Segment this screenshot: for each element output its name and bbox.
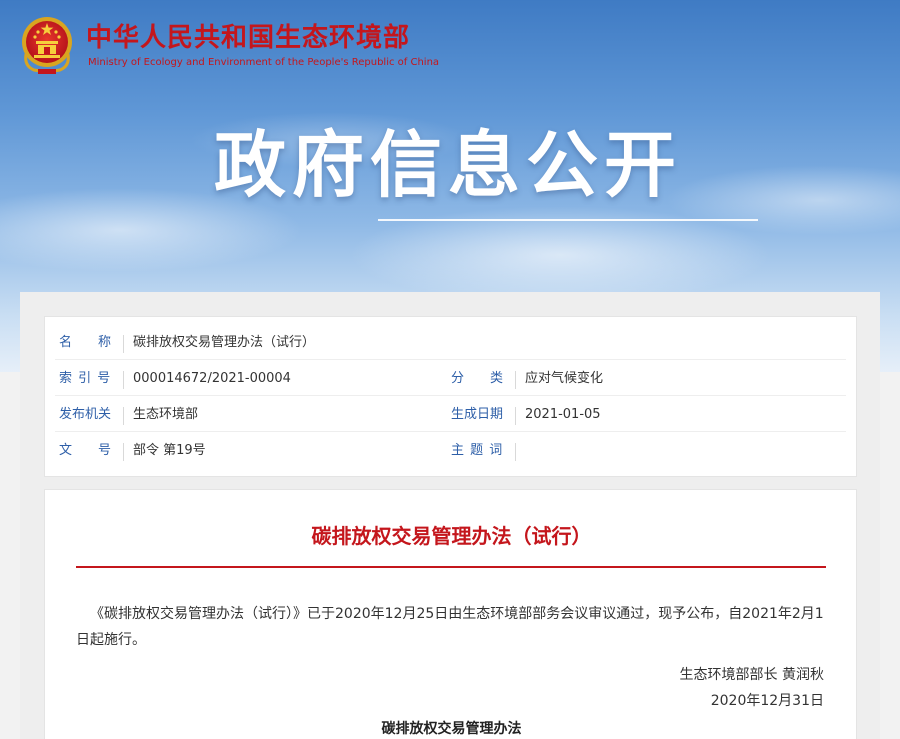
site-subtitle-en: Ministry of Ecology and Environment of t… — [88, 57, 440, 68]
meta-separator — [123, 371, 124, 389]
document-content: 碳排放权交易管理办法（试行） 《碳排放权交易管理办法（试行）》已于2020年12… — [44, 489, 857, 739]
document-title: 碳排放权交易管理办法（试行） — [311, 524, 592, 548]
meta-label-category: 分 类 — [451, 371, 504, 386]
meta-row-issuer: 发布机关 生态环境部 生成日期 2021-01-05 — [45, 398, 856, 432]
row-divider — [55, 359, 846, 360]
meta-row-docno: 文 号 部令 第19号 主 题 词 — [45, 434, 856, 468]
title-divider — [76, 566, 826, 568]
meta-label-keywords: 主 题 词 — [451, 443, 504, 458]
row-divider — [55, 431, 846, 432]
meta-separator — [123, 407, 124, 425]
row-divider — [55, 395, 846, 396]
meta-value-date: 2021-01-05 — [525, 407, 601, 422]
meta-separator — [123, 443, 124, 461]
meta-value-name: 碳排放权交易管理办法（试行） — [133, 335, 316, 350]
meta-value-category: 应对气候变化 — [525, 371, 604, 386]
meta-value-docno: 部令 第19号 — [133, 443, 206, 458]
meta-label-issuer: 发布机关 — [59, 407, 112, 422]
meta-separator — [123, 335, 124, 353]
meta-value-issuer: 生态环境部 — [133, 407, 199, 422]
document-signature: 生态环境部部长 黄润秋 — [679, 667, 824, 683]
meta-value-index: 000014672/2021-00004 — [133, 371, 291, 386]
meta-separator — [515, 443, 516, 461]
site-title[interactable]: 中华人民共和国生态环境部 — [86, 22, 410, 54]
document-subtitle: 碳排放权交易管理办法 — [381, 721, 522, 737]
meta-separator — [515, 407, 516, 425]
meta-label-date: 生成日期 — [451, 407, 504, 422]
meta-row-index: 索 引 号 000014672/2021-00004 分 类 应对气候变化 — [45, 362, 856, 396]
document-body: 《碳排放权交易管理办法（试行）》已于2020年12月25日由生态环境部部务会议审… — [76, 606, 824, 648]
document-meta-table: 名 称 碳排放权交易管理办法（试行） 索 引 号 000014672/2021-… — [44, 316, 857, 477]
document-date: 2020年12月31日 — [710, 693, 824, 709]
meta-separator — [515, 371, 516, 389]
meta-label-docno: 文 号 — [59, 443, 112, 458]
meta-row-name: 名 称 碳排放权交易管理办法（试行） — [45, 326, 856, 360]
title-underline — [378, 219, 758, 221]
meta-label-name: 名 称 — [59, 335, 112, 350]
section-title: 政府信息公开 — [214, 123, 683, 207]
national-emblem-icon — [22, 17, 72, 74]
meta-label-index: 索 引 号 — [59, 371, 112, 386]
